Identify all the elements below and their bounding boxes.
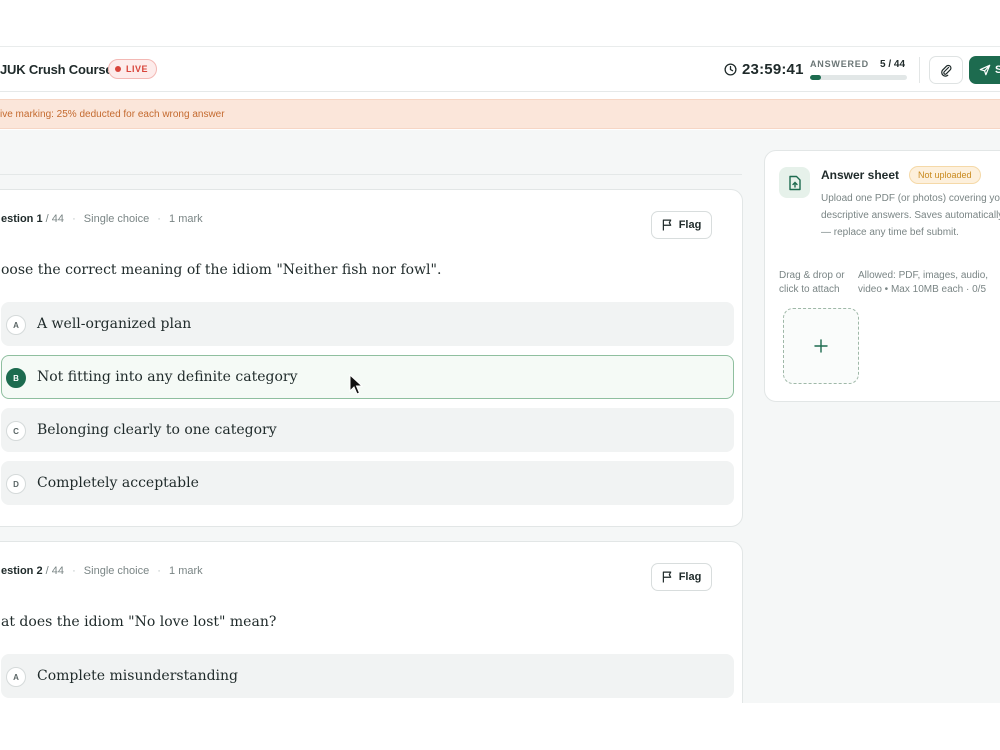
answer-sheet-panel: Answer sheet Not uploaded Upload one PDF… bbox=[764, 150, 1000, 402]
header-divider bbox=[919, 57, 920, 83]
question-meta: estion 2 / 44 · Single choice · 1 mark bbox=[1, 565, 203, 577]
exam-main: estion 1 / 44 · Single choice · 1 mark F… bbox=[0, 130, 1000, 703]
answered-label: ANSWERED bbox=[810, 59, 869, 69]
flag-button[interactable]: Flag bbox=[651, 211, 712, 239]
option-letter: A bbox=[6, 667, 26, 687]
section-divider bbox=[0, 174, 742, 175]
option-text: Complete misunderstanding bbox=[37, 668, 239, 684]
file-upload-icon bbox=[779, 167, 810, 198]
negative-marking-banner: ive marking: 25% deducted for each wrong… bbox=[0, 99, 1000, 129]
option-text: Completely acceptable bbox=[37, 475, 199, 491]
question-marks: 1 mark bbox=[169, 565, 203, 577]
course-title: JUK Crush Course bbox=[0, 62, 113, 77]
question-text: oose the correct meaning of the idiom "N… bbox=[1, 262, 442, 278]
option-b[interactable]: B Not fitting into any definite category bbox=[1, 355, 734, 399]
question-marks: 1 mark bbox=[169, 213, 203, 225]
add-file-button[interactable] bbox=[783, 308, 859, 384]
option-text: A well-organized plan bbox=[37, 316, 192, 332]
allowed-files-info: Allowed: PDF, images, audio, video • Max… bbox=[858, 270, 989, 295]
option-letter: A bbox=[6, 315, 26, 335]
flag-icon bbox=[662, 219, 671, 231]
question-type: Single choice bbox=[83, 213, 150, 225]
submit-button[interactable]: S bbox=[969, 56, 1000, 84]
question-text: at does the idiom "No love lost" mean? bbox=[1, 614, 277, 630]
answered-count: 5 / 44 bbox=[880, 59, 906, 70]
question-meta: estion 1 / 44 · Single choice · 1 mark bbox=[1, 213, 203, 225]
answered-progress-bar bbox=[810, 75, 907, 80]
attach-button[interactable] bbox=[929, 56, 963, 84]
live-dot-icon bbox=[115, 66, 121, 72]
option-letter: D bbox=[6, 474, 26, 494]
question-card: estion 1 / 44 · Single choice · 1 mark F… bbox=[0, 189, 743, 527]
option-text: Belonging clearly to one category bbox=[37, 422, 277, 438]
live-badge: LIVE bbox=[108, 59, 158, 79]
option-a[interactable]: A A well-organized plan bbox=[1, 302, 734, 346]
question-type: Single choice bbox=[83, 565, 150, 577]
top-bar: JUK Crush Course LIVE 23:59:41 ANSWERED … bbox=[0, 46, 1000, 92]
answered-progress-fill bbox=[810, 75, 821, 80]
live-label: LIVE bbox=[126, 64, 149, 74]
option-letter: C bbox=[6, 421, 26, 441]
paperclip-icon bbox=[941, 64, 952, 77]
clock-icon bbox=[724, 63, 737, 76]
flag-icon bbox=[662, 571, 671, 583]
flag-button[interactable]: Flag bbox=[651, 563, 712, 591]
countdown-timer: 23:59:41 bbox=[742, 61, 804, 78]
banner-text: ive marking: 25% deducted for each wrong… bbox=[0, 109, 225, 120]
flag-label: Flag bbox=[678, 219, 702, 231]
option-a[interactable]: A Complete misunderstanding bbox=[1, 654, 734, 698]
question-number: estion 2 bbox=[1, 565, 43, 577]
submit-label: S bbox=[995, 64, 1000, 76]
answer-sheet-description: Upload one PDF (or photos) covering your… bbox=[821, 193, 1000, 238]
send-icon bbox=[979, 64, 991, 76]
question-total: / 44 bbox=[45, 565, 64, 577]
drag-drop-hint: Drag & drop or click to attach bbox=[779, 270, 845, 295]
plus-icon bbox=[814, 339, 828, 353]
question-card: estion 2 / 44 · Single choice · 1 mark F… bbox=[0, 541, 743, 703]
option-letter: B bbox=[6, 368, 26, 388]
answer-sheet-title: Answer sheet bbox=[821, 168, 900, 182]
upload-status-badge: Not uploaded bbox=[909, 166, 981, 184]
option-c[interactable]: C Belonging clearly to one category bbox=[1, 408, 734, 452]
flag-label: Flag bbox=[678, 571, 702, 583]
option-d[interactable]: D Completely acceptable bbox=[1, 461, 734, 505]
question-total: / 44 bbox=[45, 213, 64, 225]
question-number: estion 1 bbox=[1, 213, 43, 225]
option-text: Not fitting into any definite category bbox=[37, 369, 298, 385]
mouse-cursor-icon bbox=[349, 374, 364, 395]
